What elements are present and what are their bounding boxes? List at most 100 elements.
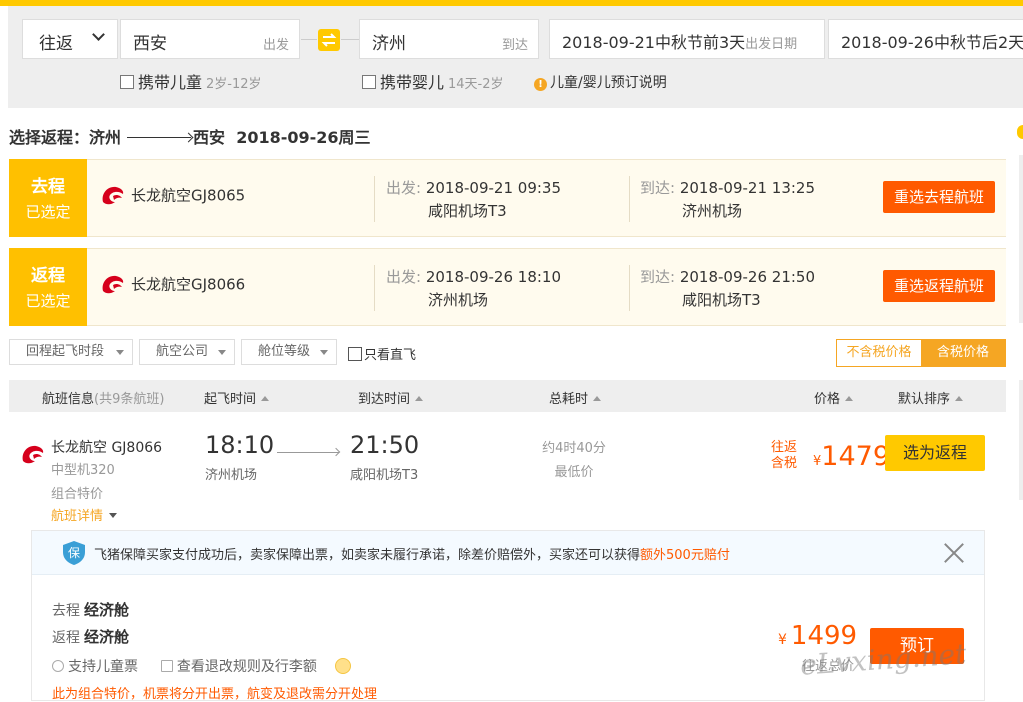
flight-duration: 约4时40分 最低价 (539, 437, 609, 480)
leg-type: 去程 (31, 177, 65, 197)
reselect-outbound-button[interactable]: 重选去程航班 (883, 181, 995, 213)
infant-age: 14天-2岁 (448, 77, 504, 92)
filter-time-dropdown[interactable]: 回程起飞时段 (9, 339, 133, 365)
document-icon (160, 660, 173, 672)
to-city-input[interactable]: 济州 到达 (359, 19, 539, 59)
infant-label: 携带婴儿 (380, 73, 445, 92)
right-edge-marker (1017, 125, 1023, 139)
arrive-label: 到达: (640, 179, 676, 197)
infant-checkbox[interactable]: 携带婴儿 14天-2岁 (362, 69, 504, 93)
leg-arrive: 到达: 2018-09-26 21:50 咸阳机场T3 (640, 266, 815, 310)
divider (374, 265, 375, 311)
flight-details-link[interactable]: 航班详情 (51, 505, 118, 524)
arrive-time: 21:50 (350, 431, 420, 459)
depart-airport: 咸阳机场T3 (428, 202, 507, 220)
col-sort-label: 默认排序 (898, 392, 951, 407)
loong-air-logo-icon (102, 186, 124, 205)
flight-price: ¥1479 (813, 441, 890, 472)
return-cabin: 返程 经济舱 (52, 626, 129, 647)
outbound-cabin: 去程 经济舱 (52, 599, 129, 620)
depart-airport: 济州机场 (205, 468, 258, 483)
leg-airline-name: 长龙航空GJ8065 (131, 186, 246, 205)
price-label: 往返 含税 (771, 440, 797, 472)
search-panel: 往返 西安 出发 济州 到达 2018-09-21中秋节前3天出发日期 2018… (8, 6, 1023, 108)
sort-up-icon (415, 396, 424, 401)
arrive-label: 到达: (640, 268, 676, 286)
rules-link[interactable]: 查看退改规则及行李额 (160, 659, 317, 675)
child-ticket-label: 支持儿童票 (68, 659, 138, 675)
direct-only-label: 只看直飞 (364, 348, 417, 363)
to-city-tag: 到达 (501, 38, 528, 53)
filter-cabin-label: 舱位等级 (258, 344, 311, 359)
depart-airport: 济州机场 (428, 291, 489, 309)
arrow-right-icon (277, 452, 339, 453)
section-from: 济州 (89, 128, 122, 147)
depart-label: 出发: (386, 179, 422, 197)
sort-default[interactable]: 默认排序 (898, 388, 964, 407)
arrive-airport: 咸阳机场T3 (350, 468, 419, 483)
col-flight-info-label: 航班信息 (42, 392, 95, 407)
trip-type-select[interactable]: 往返 (22, 19, 118, 59)
duration-value: 约4时40分 (542, 441, 606, 456)
reselect-return-button[interactable]: 重选返程航班 (883, 270, 995, 302)
fare-type: 组合特价 (51, 487, 104, 502)
guarantee-main: 飞猪保障买家支付成功后，卖家保障出票，如卖家未履行承诺，除差价赔偿外，买家还可以… (94, 548, 641, 563)
guarantee-text: 飞猪保障买家支付成功后，卖家保障出票，如卖家未履行承诺，除差价赔偿外，买家还可以… (94, 544, 730, 563)
close-icon[interactable] (942, 541, 966, 565)
sort-depart-time[interactable]: 起飞时间 (204, 388, 270, 407)
select-return-button[interactable]: 选为返程 (885, 435, 985, 471)
booking-note-link[interactable]: ! 儿童/婴儿预订说明 (534, 72, 667, 92)
depart-time: 2018-09-26 18:10 (425, 268, 562, 286)
filter-airline-dropdown[interactable]: 航空公司 (139, 339, 235, 365)
depart-date-tag: 出发日期 (745, 37, 798, 52)
with-tax-price-option[interactable]: 含税价格 (921, 340, 1005, 366)
no-tax-price-option[interactable]: 不含税价格 (837, 340, 921, 366)
swap-line-left (301, 39, 317, 40)
checkbox-icon (348, 347, 362, 361)
col-duration-label: 总耗时 (549, 392, 589, 407)
leg-badge: 去程 已选定 (9, 159, 87, 237)
child-label: 携带儿童 (138, 73, 203, 92)
arrive-time: 2018-09-26 21:50 (679, 268, 816, 286)
return-leg-card: 返程 已选定 长龙航空GJ8066 出发: 2018-09-26 18:10 济… (9, 248, 1006, 326)
from-city-input[interactable]: 西安 出发 (120, 19, 300, 59)
leg-airline-name: 长龙航空GJ8066 (131, 275, 246, 294)
arrow-right-icon (127, 137, 192, 138)
price-label-roundtrip: 往返 (771, 440, 798, 455)
col-flight-info: 航班信息(共9条航班) (42, 388, 164, 407)
leg-status: 已选定 (25, 292, 71, 310)
child-age: 2岁-12岁 (206, 77, 262, 92)
from-city-tag: 出发 (262, 38, 289, 53)
caret-down-icon (218, 350, 226, 355)
combo-fare-note: 此为组合特价，机票将分开出票，航变及退改需分开处理 (52, 687, 378, 702)
depart-time: 2018-09-21 09:35 (425, 179, 562, 197)
sort-price[interactable]: 价格 (814, 388, 854, 407)
right-edge-rule (1019, 380, 1023, 500)
svg-text:保: 保 (68, 546, 80, 560)
info-icon: ! (534, 78, 547, 91)
section-to: 西安 (193, 128, 226, 147)
divider (629, 176, 630, 222)
sort-up-icon (955, 396, 964, 401)
child-checkbox[interactable]: 携带儿童 2岁-12岁 (120, 69, 262, 93)
leg-airline: 长龙航空GJ8066 (99, 271, 245, 299)
swap-cities-button[interactable] (318, 29, 340, 51)
return-date-value: 2018-09-26中秋节后2天 (841, 33, 1023, 52)
direct-only-checkbox[interactable]: 只看直飞 (348, 344, 416, 363)
filter-cabin-dropdown[interactable]: 舱位等级 (241, 339, 337, 365)
sort-duration[interactable]: 总耗时 (549, 388, 602, 407)
leg-type: 返程 (31, 266, 65, 286)
return-date-input[interactable]: 2018-09-26中秋节后2天 (828, 19, 1023, 59)
sort-up-icon (261, 396, 270, 401)
filter-airline-label: 航空公司 (156, 344, 209, 359)
leg-arrive: 到达: 2018-09-21 13:25 济州机场 (640, 177, 815, 221)
col-arrive-label: 到达时间 (358, 392, 411, 407)
from-city-value: 西安 (133, 34, 167, 54)
price-label-tax-text: 含税 (771, 456, 798, 471)
arrive-time: 2018-09-21 13:25 (679, 179, 816, 197)
to-city-value: 济州 (372, 34, 406, 54)
sort-arrive-time[interactable]: 到达时间 (358, 388, 424, 407)
depart-label: 出发: (386, 268, 422, 286)
depart-date-input[interactable]: 2018-09-21中秋节前3天出发日期 (549, 19, 825, 59)
flight-row: 长龙航空 GJ8066 中型机320 组合特价 航班详情 18:10 济州机场 … (9, 413, 1006, 533)
